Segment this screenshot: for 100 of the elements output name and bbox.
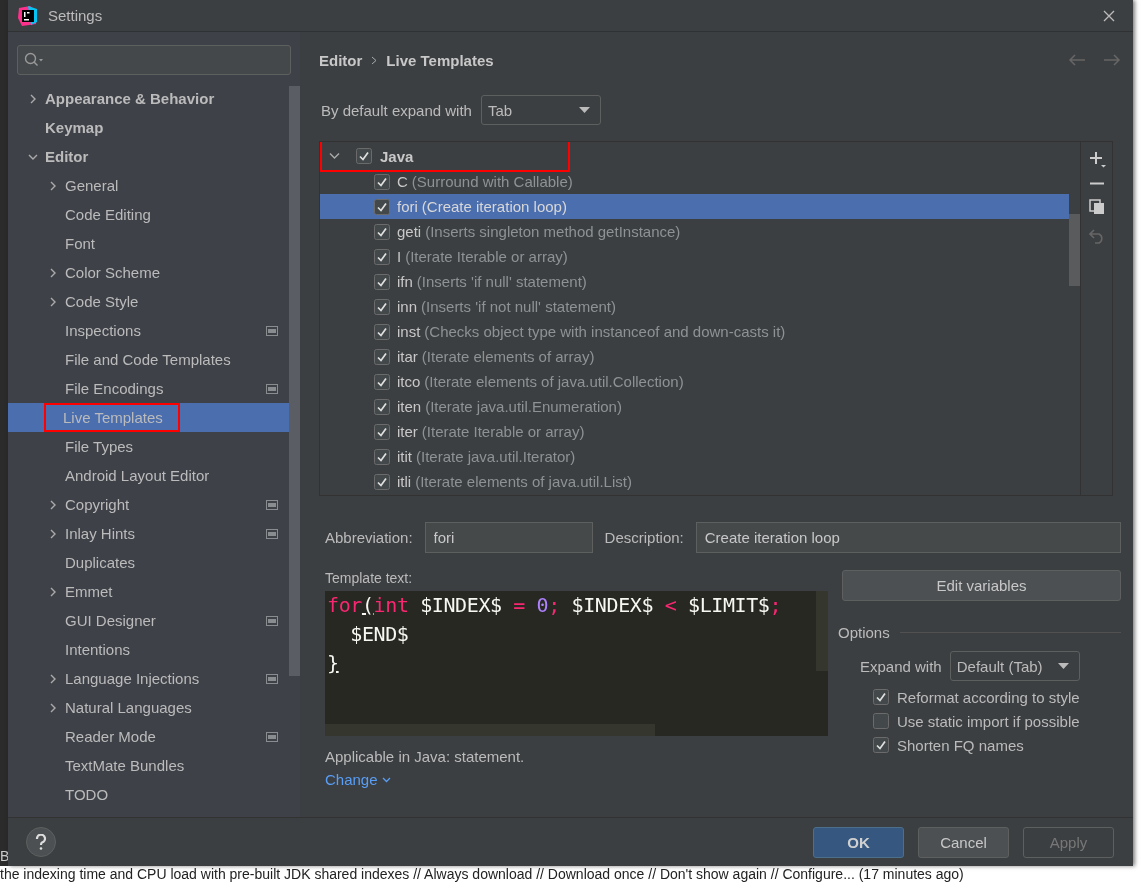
template-abbreviation: C (397, 173, 408, 190)
checkbox[interactable] (374, 298, 390, 315)
code-editor[interactable]: for(int $INDEX$ = 0; $INDEX$ < $LIMIT$; $END$ } (325, 591, 828, 736)
scrollbar[interactable] (816, 591, 828, 671)
sidebar-item[interactable]: Copyright (8, 490, 289, 519)
chevron-right-icon[interactable] (48, 267, 58, 278)
chevron-right-icon[interactable] (48, 702, 58, 713)
chevron-right-icon[interactable] (48, 586, 58, 597)
checkbox[interactable] (374, 398, 390, 415)
sidebar-item[interactable]: Code Style (8, 287, 289, 316)
sidebar-item[interactable]: TODO (8, 780, 289, 809)
item-label: Intentions (65, 640, 131, 660)
dialog-button[interactable]: Cancel (918, 826, 1009, 858)
checkbox-label: Shorten FQ names (897, 736, 1024, 754)
sidebar-item[interactable]: Keymap (8, 113, 289, 142)
sidebar-item[interactable]: Intentions (8, 635, 289, 664)
sidebar-item[interactable]: Language Injections (8, 664, 289, 693)
abbreviation-field[interactable]: fori (424, 522, 593, 553)
template-row[interactable]: itco (Iterate elements of java.util.Collection) (320, 369, 1069, 394)
sidebar-item[interactable]: File Types (8, 432, 289, 461)
sidebar-item[interactable]: Font (8, 229, 289, 258)
item-label: Inspections (65, 321, 141, 341)
checkbox[interactable] (374, 448, 390, 465)
chevron-right-icon[interactable] (48, 528, 58, 539)
checkbox[interactable] (374, 198, 390, 215)
item-label: Code Editing (65, 205, 151, 225)
breadcrumb-item[interactable]: Live Templates (386, 51, 494, 69)
item-label: GUI Designer (65, 611, 156, 631)
scrollbar[interactable] (289, 86, 300, 676)
sidebar-item[interactable]: Emmet (8, 577, 289, 606)
sidebar-item[interactable]: Color Scheme (8, 258, 289, 287)
chevron-right-icon[interactable] (48, 180, 58, 191)
checkbox[interactable] (374, 173, 390, 190)
copy-icon[interactable] (1088, 199, 1105, 215)
template-row[interactable]: ifn (Inserts 'if null' statement) (320, 269, 1069, 294)
template-description: (Inserts 'if not null' statement) (421, 298, 616, 315)
template-row[interactable]: inn (Inserts 'if not null' statement) (320, 294, 1069, 319)
template-row[interactable]: iter (Iterate Iterable or array) (320, 419, 1069, 444)
template-row[interactable]: itar (Iterate elements of array) (320, 344, 1069, 369)
template-row[interactable]: iten (Iterate java.util.Enumeration) (320, 394, 1069, 419)
template-row[interactable]: itit (Iterate java.util.Iterator) (320, 444, 1069, 469)
template-row[interactable]: C (Surround with Callable) (320, 169, 1069, 194)
template-row[interactable]: geti (Inserts singleton method getInstance) (320, 219, 1069, 244)
sidebar-item[interactable]: File Encodings (8, 374, 289, 403)
sidebar-item[interactable]: Appearance & Behavior (8, 84, 289, 113)
template-row[interactable]: I (Iterate Iterable or array) (320, 244, 1069, 269)
sidebar-item[interactable]: Editor (8, 142, 289, 171)
edit-variables-button[interactable]: Edit variables (842, 570, 1121, 601)
scrollbar[interactable] (1069, 214, 1080, 286)
expand-dropdown[interactable]: Tab (480, 95, 601, 125)
add-icon[interactable] (1087, 150, 1106, 168)
checkbox[interactable] (873, 737, 889, 753)
chevron-right-icon[interactable] (28, 93, 38, 104)
sidebar-item[interactable]: File and Code Templates (8, 345, 289, 374)
sidebar-item[interactable]: Reader Mode (8, 722, 289, 751)
checkbox[interactable] (374, 473, 390, 490)
checkbox[interactable] (374, 348, 390, 365)
expand-with-dropdown[interactable]: Default (Tab) (949, 651, 1080, 681)
close-icon[interactable] (1103, 9, 1115, 22)
checkbox[interactable] (374, 248, 390, 265)
item-label: Code Style (65, 292, 139, 312)
sidebar-item[interactable]: Natural Languages (8, 693, 289, 722)
template-row[interactable]: inst (Checks object type with instanceof and down-casts it) (320, 319, 1069, 344)
template-row[interactable]: itli (Iterate elements of java.util.List) (320, 469, 1069, 494)
description-field[interactable]: Create iteration loop (695, 522, 1121, 553)
chevron-down-icon (381, 776, 391, 783)
checkbox[interactable] (356, 148, 372, 164)
checkbox[interactable] (374, 273, 390, 290)
change-link[interactable]: Change (325, 771, 391, 788)
sidebar-item[interactable]: Inlay Hints (8, 519, 289, 548)
sidebar-item[interactable]: TextMate Bundles (8, 751, 289, 780)
checkbox[interactable] (374, 423, 390, 440)
code-line: for(int $INDEX$ = 0; $INDEX$ < $LIMIT$; (326, 592, 782, 619)
checkbox[interactable] (374, 373, 390, 390)
sidebar-item[interactable]: Code Editing (8, 200, 289, 229)
search-field[interactable] (17, 45, 291, 75)
template-abbreviation: fori (397, 198, 418, 215)
template-row[interactable]: fori (Create iteration loop) (320, 194, 1069, 219)
sidebar-item[interactable]: Inspections (8, 316, 289, 345)
remove-icon[interactable] (1089, 182, 1104, 185)
breadcrumb-item[interactable]: Editor (319, 51, 363, 69)
sidebar-item[interactable]: Android Layout Editor (8, 461, 289, 490)
checkbox[interactable] (873, 689, 889, 705)
checkbox[interactable] (374, 223, 390, 240)
template-group-label[interactable]: Java (380, 147, 414, 165)
notification-text: the indexing time and CPU load with pre-built JDK shared indexes // Always download // Download once // Don't show again // Configure... (17 minutes ago) (0, 866, 964, 882)
help-button[interactable] (26, 827, 56, 857)
chevron-right-icon[interactable] (48, 499, 58, 510)
scrollbar[interactable] (325, 724, 655, 736)
checkbox[interactable] (873, 713, 889, 729)
sidebar-item[interactable]: Duplicates (8, 548, 289, 577)
chevron-down-icon[interactable] (329, 152, 340, 160)
template-abbreviation: geti (397, 223, 422, 240)
sidebar-item[interactable]: General (8, 171, 289, 200)
chevron-right-icon[interactable] (48, 296, 58, 307)
dialog-button[interactable]: OK (813, 826, 904, 858)
checkbox[interactable] (374, 323, 390, 340)
item-label: Copyright (65, 495, 130, 515)
sidebar-item[interactable]: GUI Designer (8, 606, 289, 635)
chevron-right-icon[interactable] (48, 673, 58, 684)
